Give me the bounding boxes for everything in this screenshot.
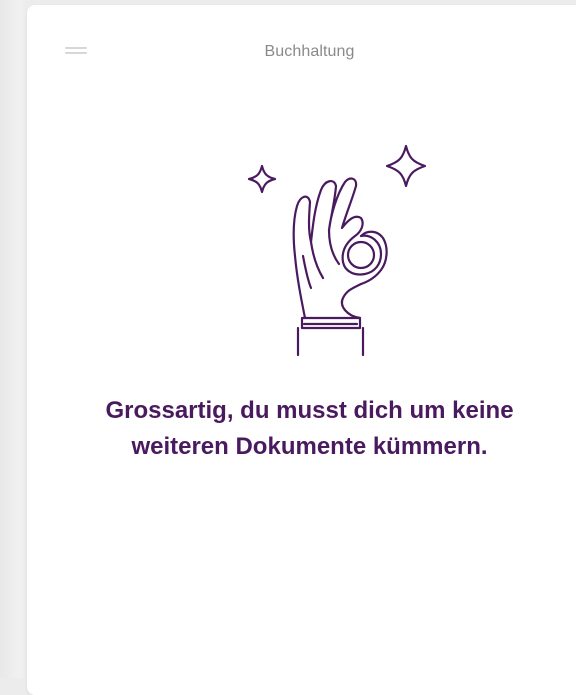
ok-hand-sparkles-icon: [215, 138, 427, 363]
page-title: Buchhaltung: [264, 43, 355, 60]
sparkle-small-icon: [247, 164, 277, 194]
hand-outline: [292, 177, 364, 320]
content-panel: Buchhaltung Grossartig, du musst dich um…: [27, 5, 576, 695]
empty-state-message: Grossartig, du musst dich um keine weite…: [105, 397, 514, 460]
panel-header: Buchhaltung: [27, 5, 576, 91]
sparkle-large-icon: [385, 144, 427, 188]
